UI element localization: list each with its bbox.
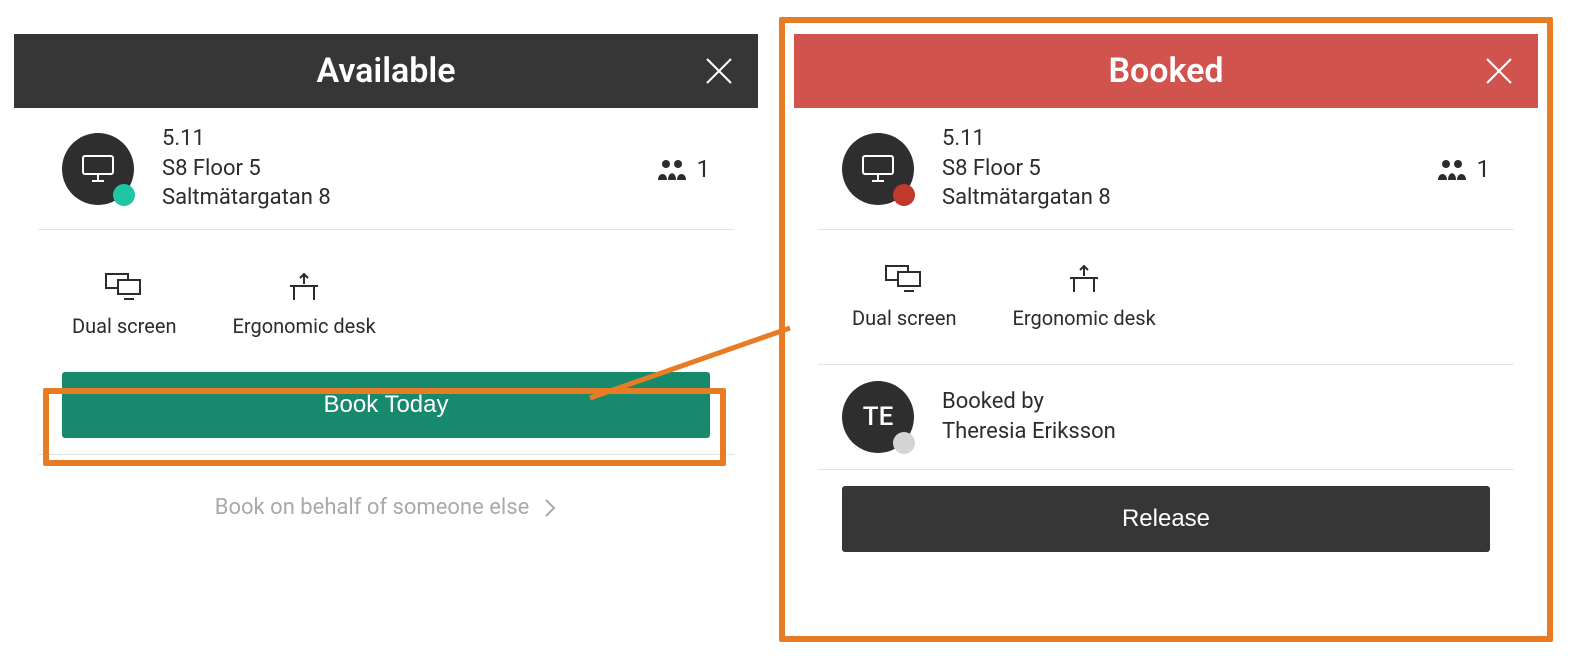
booked-panel: Booked 5.11 S8 Floor 5 Saltmätargatan 8 [794,34,1538,568]
capacity-indicator: 1 [657,155,711,183]
booking-details: Booked by Theresia Eriksson [942,387,1490,446]
capacity-value: 1 [1477,155,1491,183]
desk-name: 5.11 [162,124,629,154]
status-dot-booked [893,184,915,206]
desk-info-section: 5.11 S8 Floor 5 Saltmätargatan 8 1 [38,108,734,230]
ergonomic-desk-icon [1064,262,1104,294]
available-panel: Available 5.11 S8 Floor 5 Saltmätargatan… [14,34,758,520]
feature-label: Ergonomic desk [233,314,376,338]
features-section: Dual screen Ergonomic desk [38,230,734,356]
close-button[interactable] [1482,54,1516,88]
book-today-button[interactable]: Book Today [62,372,710,438]
desk-details: 5.11 S8 Floor 5 Saltmätargatan 8 [162,124,629,213]
booked-by-user: Theresia Eriksson [942,417,1490,447]
feature-label: Ergonomic desk [1013,306,1156,330]
monitor-icon [860,154,896,184]
desk-floor: S8 Floor 5 [162,154,629,184]
desk-info-section: 5.11 S8 Floor 5 Saltmätargatan 8 1 [818,108,1514,230]
status-dot-available [113,184,135,206]
feature-ergonomic-desk: Ergonomic desk [1013,262,1156,330]
desk-address: Saltmätargatan 8 [942,183,1409,213]
close-icon [704,56,734,86]
feature-dual-screen: Dual screen [72,270,177,338]
booked-by-section: TE Booked by Theresia Eriksson [818,365,1514,470]
monitor-icon [80,154,116,184]
booked-by-label: Booked by [942,387,1490,417]
secondary-link-label: Book on behalf of someone else [215,495,530,520]
close-button[interactable] [702,54,736,88]
feature-label: Dual screen [72,314,177,338]
presence-dot [893,432,915,454]
close-icon [1484,56,1514,86]
people-icon [1437,158,1467,180]
desk-address: Saltmätargatan 8 [162,183,629,213]
release-button[interactable]: Release [842,486,1490,552]
feature-label: Dual screen [852,306,957,330]
desk-name: 5.11 [942,124,1409,154]
features-section: Dual screen Ergonomic desk [818,230,1514,365]
panel-header: Available [14,34,758,108]
desk-icon-badge [842,133,914,205]
dual-screen-icon [884,262,924,294]
user-avatar: TE [842,381,914,453]
panel-header: Booked [794,34,1538,108]
panel-title: Booked [1108,51,1223,91]
dual-screen-icon [104,270,144,302]
desk-icon-badge [62,133,134,205]
feature-dual-screen: Dual screen [852,262,957,330]
people-icon [657,158,687,180]
book-on-behalf-link[interactable]: Book on behalf of someone else [14,455,758,520]
avatar-initials: TE [863,402,894,432]
capacity-indicator: 1 [1437,155,1491,183]
desk-floor: S8 Floor 5 [942,154,1409,184]
panel-title: Available [316,51,455,91]
action-section: Release [818,470,1514,568]
action-section: Book Today [38,356,734,455]
desk-details: 5.11 S8 Floor 5 Saltmätargatan 8 [942,124,1409,213]
ergonomic-desk-icon [284,270,324,302]
chevron-right-icon [543,497,557,519]
feature-ergonomic-desk: Ergonomic desk [233,270,376,338]
capacity-value: 1 [697,155,711,183]
